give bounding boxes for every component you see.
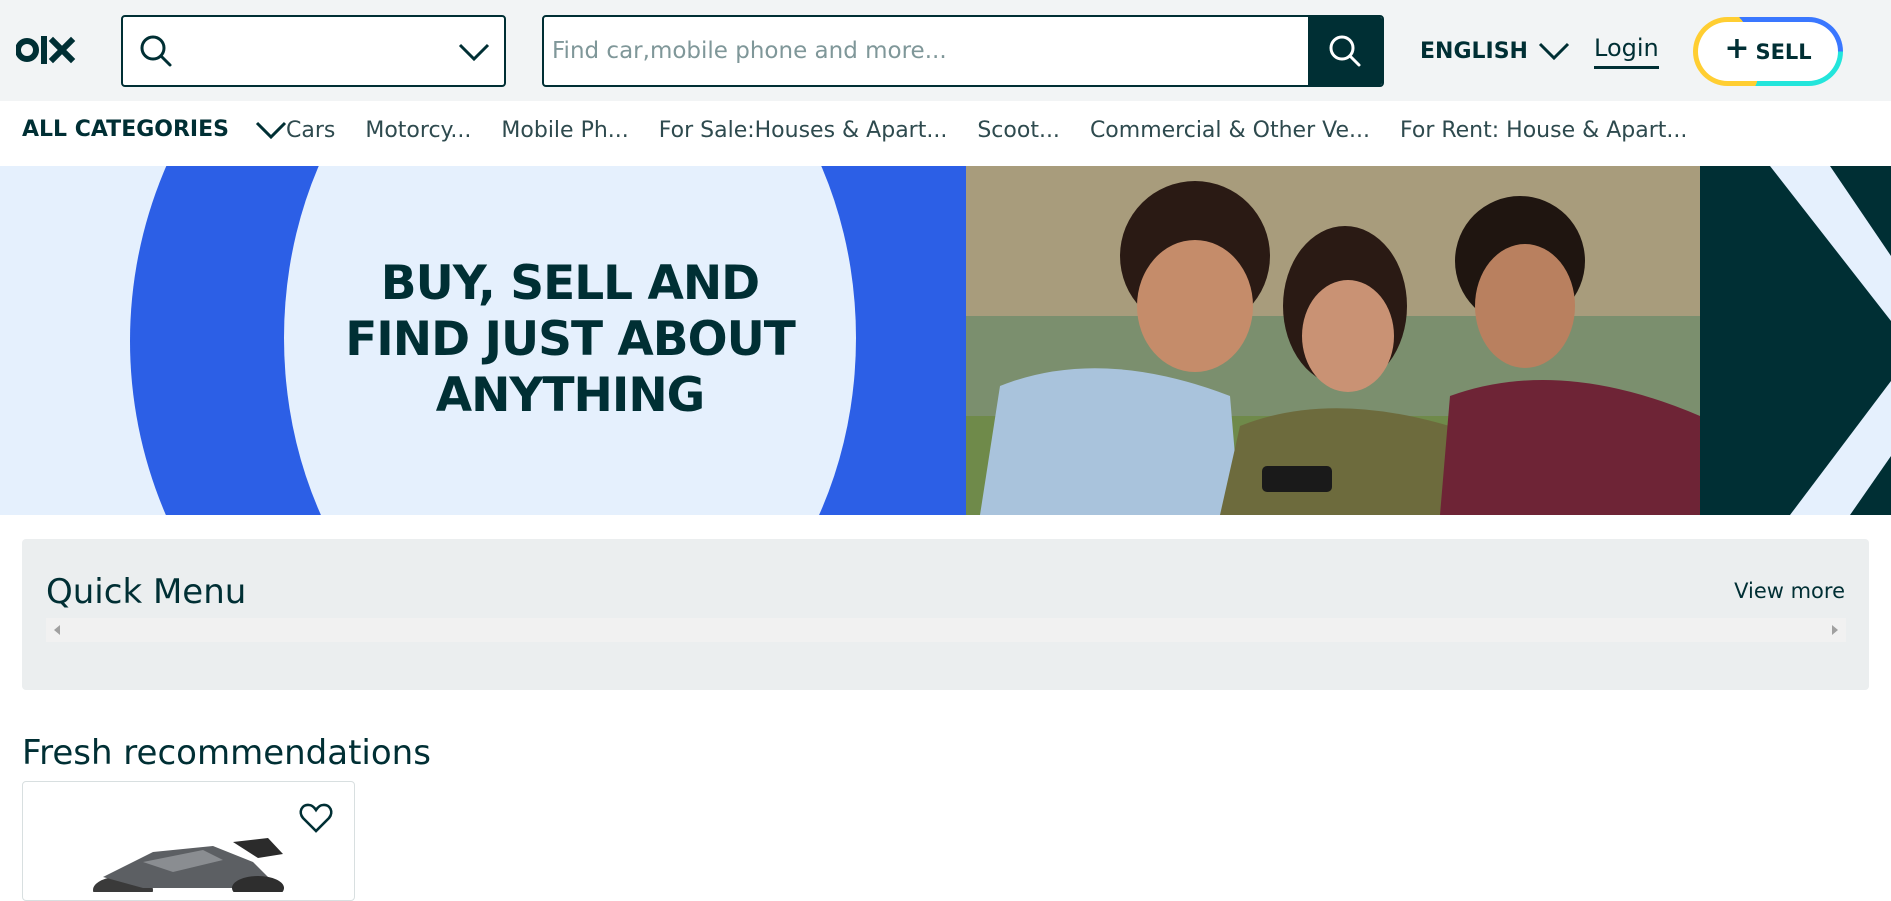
category-link-commercial-vehicles[interactable]: Commercial & Other Ve... [1090, 118, 1370, 143]
search-bar [542, 15, 1384, 87]
banner-headline: BUY, SELL AND FIND JUST ABOUT ANYTHING [340, 256, 800, 424]
banner-line-2: FIND JUST ABOUT [345, 312, 796, 367]
category-bar: ALL CATEGORIES Cars Motorcy... Mobile Ph… [0, 101, 1891, 166]
search-icon [1329, 35, 1361, 67]
search-input[interactable] [544, 17, 1310, 85]
plus-icon: + [1724, 30, 1750, 66]
login-link[interactable]: Login [1594, 34, 1659, 69]
listing-image [93, 838, 284, 892]
sell-button[interactable]: + SELL [1693, 17, 1843, 86]
category-link-cars[interactable]: Cars [286, 118, 335, 143]
category-links: Cars Motorcy... Mobile Ph... For Sale:Ho… [286, 118, 1687, 143]
chevron-down-icon [1538, 42, 1570, 61]
banner-line-1: BUY, SELL AND [380, 256, 760, 311]
all-categories-label: ALL CATEGORIES [22, 117, 229, 142]
fresh-recommendations-title: Fresh recommendations [22, 733, 431, 773]
category-link-scooters[interactable]: Scoot... [977, 118, 1060, 143]
banner-graphic [0, 166, 1891, 515]
quick-menu-title: Quick Menu [46, 572, 247, 612]
top-header: ENGLISH Login + SELL [0, 0, 1891, 101]
scroll-left-arrow[interactable] [54, 625, 60, 635]
all-categories-dropdown[interactable]: ALL CATEGORIES [22, 117, 287, 142]
sell-button-inner: + SELL [1698, 22, 1838, 81]
language-label: ENGLISH [1420, 38, 1528, 64]
heart-icon[interactable] [299, 802, 333, 834]
olx-logo[interactable] [16, 30, 82, 70]
chevron-down-icon[interactable] [457, 39, 491, 65]
banner-line-3: ANYTHING [435, 368, 706, 423]
category-link-motorcycles[interactable]: Motorcy... [365, 118, 471, 143]
quick-menu: Quick Menu View more [22, 539, 1869, 690]
listing-card[interactable] [22, 781, 355, 901]
quick-menu-scrollbar[interactable] [46, 618, 1846, 642]
search-button[interactable] [1308, 17, 1382, 85]
category-link-for-rent-houses[interactable]: For Rent: House & Apart... [1400, 118, 1687, 143]
category-link-mobile-phones[interactable]: Mobile Ph... [501, 118, 628, 143]
location-selector[interactable] [121, 15, 506, 87]
search-icon [140, 35, 172, 67]
view-more-link[interactable]: View more [1734, 579, 1845, 603]
chevron-down-icon [255, 121, 287, 139]
hero-banner[interactable]: BUY, SELL AND FIND JUST ABOUT ANYTHING [0, 166, 1891, 515]
sell-label: SELL [1755, 39, 1812, 64]
scroll-right-arrow[interactable] [1832, 625, 1838, 635]
language-selector[interactable]: ENGLISH [1420, 36, 1570, 66]
category-link-for-sale-houses[interactable]: For Sale:Houses & Apart... [659, 118, 948, 143]
